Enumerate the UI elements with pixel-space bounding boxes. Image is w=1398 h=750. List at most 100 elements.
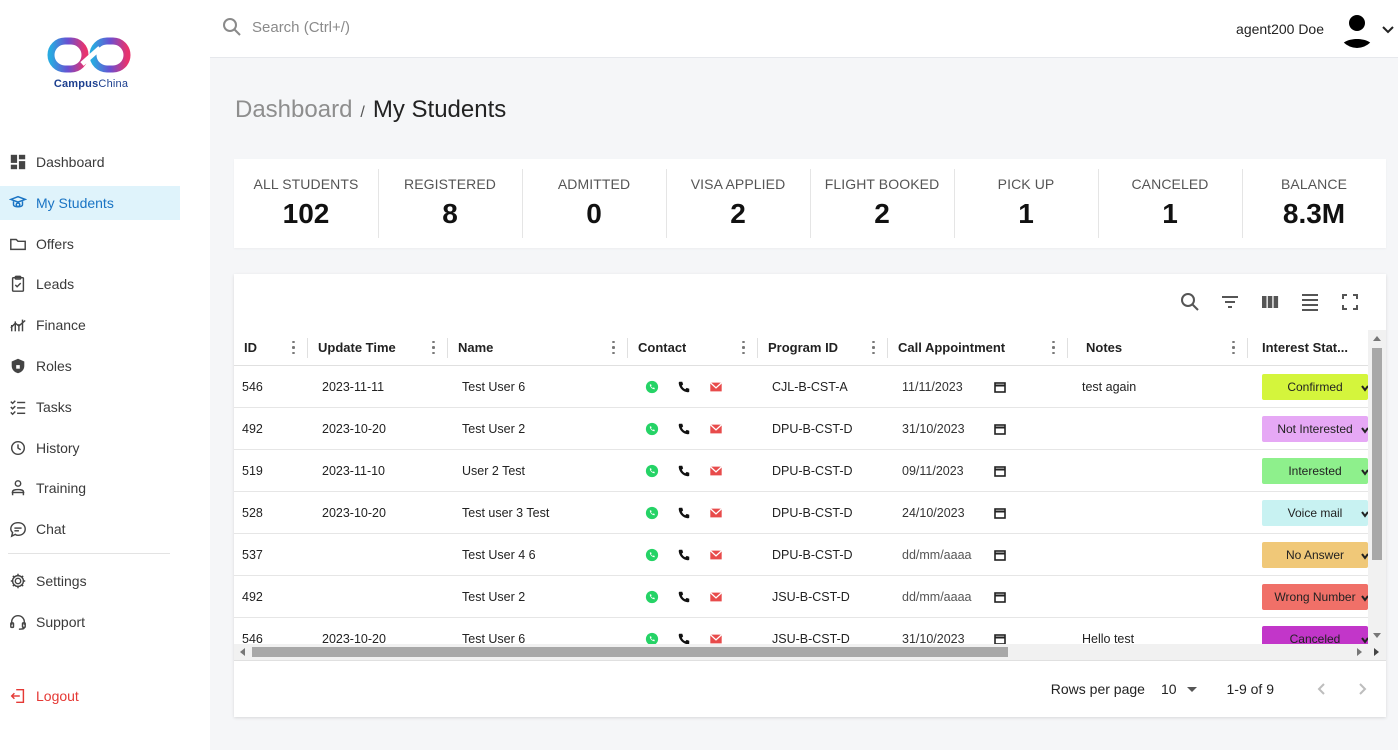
appointment-date-input[interactable]: 24/10/2023 [896, 506, 1006, 520]
column-menu-icon[interactable] [1230, 340, 1236, 356]
stat-visa-applied[interactable]: VISA APPLIED 2 [666, 159, 810, 248]
column-menu-icon[interactable] [1050, 340, 1056, 356]
interest-status-select[interactable]: Confirmed [1262, 373, 1368, 400]
calendar-icon[interactable] [994, 423, 1006, 435]
column-menu-icon[interactable] [290, 340, 296, 356]
interest-status-select[interactable]: Interested [1262, 457, 1368, 484]
mail-icon[interactable] [700, 632, 732, 645]
sidebar-item-offers[interactable]: Offers [0, 227, 180, 261]
column-header-interest-status[interactable]: Interest Stat... [1248, 330, 1368, 365]
interest-status-select[interactable]: Wrong Number [1262, 583, 1368, 610]
vertical-scrollbar[interactable] [1368, 330, 1386, 644]
stat-canceled[interactable]: CANCELED 1 [1098, 159, 1242, 248]
sidebar-item-roles[interactable]: Roles [0, 349, 180, 383]
column-menu-icon[interactable] [610, 340, 616, 356]
calendar-icon[interactable] [994, 633, 1006, 645]
table-row[interactable]: 492 2023-10-20 Test User 2 DPU-B-CST-D 31/10… [234, 408, 1368, 450]
sidebar-item-finance[interactable]: Finance [0, 308, 180, 342]
calendar-icon[interactable] [994, 465, 1006, 477]
interest-status-select[interactable]: Not Interested [1262, 415, 1368, 442]
phone-icon[interactable] [668, 632, 700, 645]
fullscreen-button[interactable] [1330, 290, 1370, 314]
table-search-button[interactable] [1170, 290, 1210, 314]
mail-icon[interactable] [700, 506, 732, 520]
table-row[interactable]: 546 2023-10-20 Test User 6 JSU-B-CST-D 31/10… [234, 618, 1368, 644]
sidebar-item-history[interactable]: History [0, 431, 180, 465]
phone-icon[interactable] [668, 380, 700, 394]
column-header-update-time[interactable]: Update Time [308, 330, 448, 365]
stat-pick-up[interactable]: PICK UP 1 [954, 159, 1098, 248]
interest-status-select[interactable]: No Answer [1262, 541, 1368, 568]
stat-balance[interactable]: BALANCE 8.3M [1242, 159, 1386, 248]
sidebar-item-training[interactable]: Training [0, 471, 180, 505]
whatsapp-icon[interactable] [636, 506, 668, 520]
phone-icon[interactable] [668, 464, 700, 478]
stat-registered[interactable]: REGISTERED 8 [378, 159, 522, 248]
calendar-icon[interactable] [994, 591, 1006, 603]
column-header-call-appointment[interactable]: Call Appointment [888, 330, 1068, 365]
table-row[interactable]: 546 2023-11-11 Test User 6 CJL-B-CST-A 11/11… [234, 366, 1368, 408]
whatsapp-icon[interactable] [636, 422, 668, 436]
search-input[interactable] [252, 18, 552, 36]
sidebar-item-leads[interactable]: Leads [0, 267, 180, 301]
column-header-name[interactable]: Name [448, 330, 628, 365]
filter-button[interactable] [1210, 290, 1250, 314]
prev-page-button[interactable] [1302, 677, 1342, 701]
sidebar-item-support[interactable]: Support [0, 605, 180, 639]
table-row[interactable]: 528 2023-10-20 Test user 3 Test DPU-B-CST-D… [234, 492, 1368, 534]
calendar-icon[interactable] [994, 549, 1006, 561]
phone-icon[interactable] [668, 506, 700, 520]
campuschina-logo[interactable]: CampusChina [46, 36, 136, 96]
column-header-contact[interactable]: Contact [628, 330, 758, 365]
logout-button[interactable]: Logout [8, 680, 79, 712]
column-menu-icon[interactable] [870, 340, 876, 356]
avatar[interactable] [1338, 10, 1376, 48]
table-row[interactable]: 537 Test User 4 6 DPU-B-CST-D dd/mm/aaaa No … [234, 534, 1368, 576]
mail-icon[interactable] [700, 590, 732, 604]
sidebar-item-settings[interactable]: Settings [0, 564, 180, 598]
phone-icon[interactable] [668, 548, 700, 562]
whatsapp-icon[interactable] [636, 380, 668, 394]
appointment-date-input[interactable]: dd/mm/aaaa [896, 590, 1006, 604]
column-header-id[interactable]: ID [234, 330, 308, 365]
appointment-date-input[interactable]: 09/11/2023 [896, 464, 1006, 478]
calendar-icon[interactable] [994, 381, 1006, 393]
sidebar-item-dashboard[interactable]: Dashboard [0, 145, 180, 179]
appointment-date-input[interactable]: dd/mm/aaaa [896, 548, 1006, 562]
appointment-date-input[interactable]: 31/10/2023 [896, 422, 1006, 436]
appointment-date-input[interactable]: 31/10/2023 [896, 632, 1006, 645]
table-row[interactable]: 519 2023-11-10 User 2 Test DPU-B-CST-D 09/11… [234, 450, 1368, 492]
interest-status-select[interactable]: Voice mail [1262, 499, 1368, 526]
mail-icon[interactable] [700, 464, 732, 478]
phone-icon[interactable] [668, 590, 700, 604]
sidebar-item-tasks[interactable]: Tasks [0, 390, 180, 424]
stat-all-students[interactable]: ALL STUDENTS 102 [234, 159, 378, 248]
column-header-program-id[interactable]: Program ID [758, 330, 888, 365]
appointment-date-input[interactable]: 11/11/2023 [896, 380, 1006, 394]
stat-flight-booked[interactable]: FLIGHT BOOKED 2 [810, 159, 954, 248]
whatsapp-icon[interactable] [636, 464, 668, 478]
sidebar-item-chat[interactable]: Chat [0, 512, 180, 546]
column-menu-icon[interactable] [430, 340, 436, 356]
phone-icon[interactable] [668, 422, 700, 436]
chevron-down-icon[interactable] [1380, 21, 1396, 37]
user-menu[interactable]: agent200 Doe [1236, 8, 1398, 50]
mail-icon[interactable] [700, 548, 732, 562]
column-menu-icon[interactable] [740, 340, 746, 356]
sidebar-item-my-students[interactable]: My Students [0, 185, 180, 220]
breadcrumb-parent[interactable]: Dashboard [235, 96, 352, 124]
horizontal-scrollbar[interactable] [234, 644, 1368, 660]
whatsapp-icon[interactable] [636, 548, 668, 562]
calendar-icon[interactable] [994, 507, 1006, 519]
density-button[interactable] [1290, 290, 1330, 314]
whatsapp-icon[interactable] [636, 590, 668, 604]
columns-button[interactable] [1250, 290, 1290, 314]
interest-status-select[interactable]: Canceled [1262, 625, 1368, 644]
table-row[interactable]: 492 Test User 2 JSU-B-CST-D dd/mm/aaaa Wrong… [234, 576, 1368, 618]
mail-icon[interactable] [700, 380, 732, 394]
mail-icon[interactable] [700, 422, 732, 436]
whatsapp-icon[interactable] [636, 632, 668, 644]
rows-per-page-select[interactable]: 10 [1161, 681, 1197, 697]
stat-admitted[interactable]: ADMITTED 0 [522, 159, 666, 248]
column-header-notes[interactable]: Notes [1068, 330, 1248, 365]
